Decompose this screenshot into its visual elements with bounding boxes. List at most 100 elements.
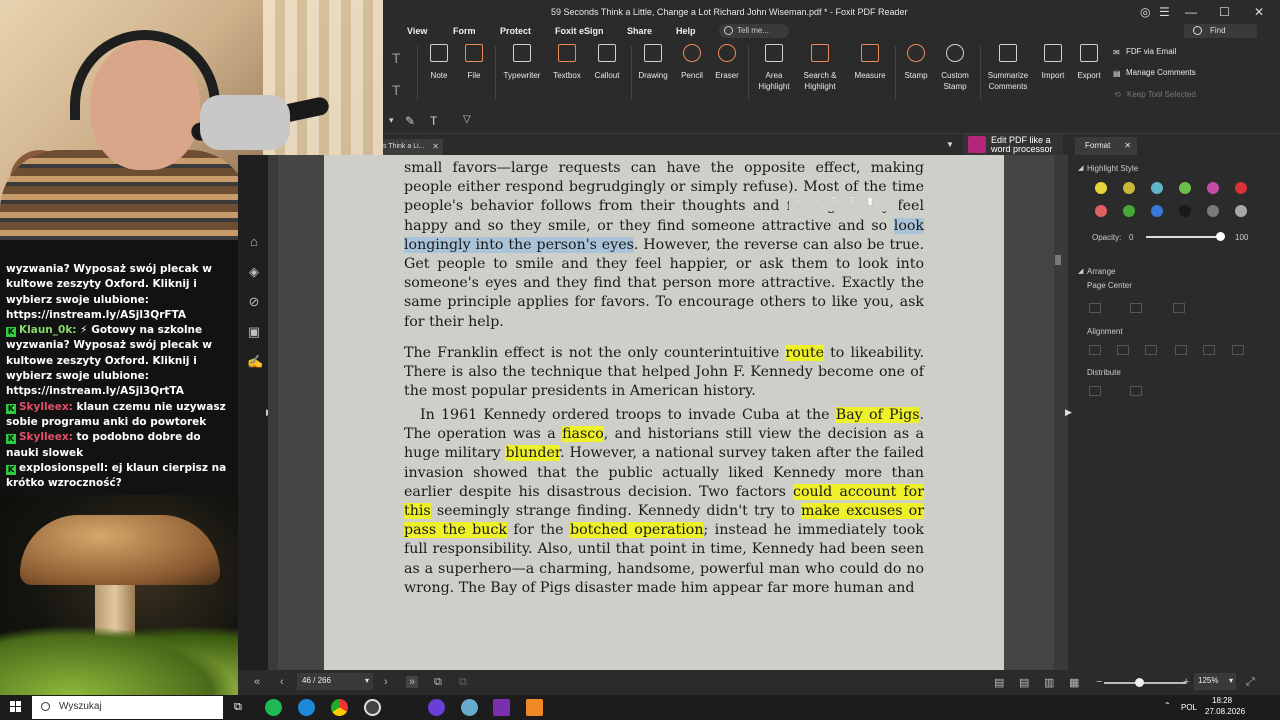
app-icon[interactable] [461, 699, 478, 716]
close-icon[interactable]: ✕ [1254, 5, 1264, 19]
color-swatch[interactable] [1095, 205, 1107, 217]
tray-chevron-icon[interactable]: ⌃ [1164, 701, 1171, 710]
text-tool-2-icon[interactable]: T [392, 82, 401, 98]
prev-page-icon[interactable]: ‹ [280, 676, 284, 688]
clock-time[interactable]: 18:28 [1212, 696, 1232, 705]
task-view-icon[interactable]: ⧉ [234, 701, 242, 714]
more-chevron-icon[interactable]: ▽ [463, 114, 471, 125]
align-center-icon[interactable] [1117, 345, 1129, 355]
view-facing-icon[interactable]: ▥ [1044, 676, 1054, 689]
windows-start-icon[interactable] [10, 701, 22, 713]
color-swatch[interactable] [1235, 182, 1247, 194]
align-right-icon[interactable] [1145, 345, 1157, 355]
settings-icon[interactable]: ☰ [1159, 5, 1170, 19]
custom-stamp-button[interactable]: Custom Stamp [937, 44, 973, 92]
search-highlight-button[interactable]: Search & Highlight [800, 44, 840, 92]
account-icon[interactable]: ◎ [1140, 5, 1150, 19]
summarize-comments-button[interactable]: Summarize Comments [986, 44, 1030, 92]
zoom-field[interactable]: 125% ▾ [1194, 673, 1236, 690]
text-tool-icon[interactable]: T [392, 50, 401, 66]
center-vertical-icon[interactable] [1130, 303, 1142, 313]
collapse-right-panel-icon[interactable]: ▶ [1065, 407, 1072, 418]
tab-close-icon[interactable]: ✕ [432, 142, 439, 151]
center-both-icon[interactable] [1173, 303, 1185, 313]
note-button[interactable]: Note [427, 44, 451, 81]
menu-form[interactable]: Form [453, 26, 476, 36]
dropdown-icon[interactable]: ▾ [389, 115, 394, 126]
color-swatch[interactable] [1095, 182, 1107, 194]
textbox-button[interactable]: Textbox [552, 44, 582, 81]
color-swatch[interactable] [1123, 205, 1135, 217]
keep-tool-selected-button[interactable]: Keep Tool Selected [1127, 90, 1196, 99]
color-swatch[interactable] [1151, 205, 1163, 217]
drawing-button[interactable]: Drawing [636, 44, 670, 81]
export-button[interactable]: Export [1076, 44, 1102, 81]
extract-page-icon[interactable]: ⧉ [459, 676, 467, 689]
find-box[interactable]: Find [1184, 24, 1257, 38]
menu-protect[interactable]: Protect [500, 26, 531, 36]
tabs-dropdown-icon[interactable]: ▼ [946, 140, 954, 149]
tell-me-box[interactable]: Tell me... [719, 24, 789, 38]
import-button[interactable]: Import [1040, 44, 1066, 81]
area-highlight-button[interactable]: Area Highlight [754, 44, 794, 92]
callout-button[interactable]: Callout [592, 44, 622, 81]
first-page-icon[interactable]: « [254, 676, 260, 688]
app-icon[interactable] [364, 699, 381, 716]
vertical-scrollbar[interactable] [1054, 155, 1062, 670]
bookmark-add-icon[interactable]: ▮ [861, 193, 879, 211]
align-left-icon[interactable] [1089, 345, 1101, 355]
stamp-button[interactable]: Stamp [901, 44, 931, 81]
spotify-icon[interactable] [265, 699, 282, 716]
color-swatch[interactable] [1179, 205, 1191, 217]
view-thumbnails-icon[interactable]: ▦ [1069, 676, 1079, 689]
measure-button[interactable]: Measure [852, 44, 888, 81]
lock-icon[interactable]: ▣ [247, 325, 261, 339]
distribute-vertical-icon[interactable] [1130, 386, 1142, 396]
color-swatch[interactable] [1123, 182, 1135, 194]
tab-document[interactable]: s Think a Li... ✕ [383, 139, 443, 155]
zoom-slider-handle[interactable] [1135, 678, 1144, 687]
twitch-icon[interactable] [428, 699, 445, 716]
collapse-arrow-icon[interactable]: ◢ [1078, 267, 1083, 275]
edit-pdf-promo[interactable]: Edit PDF like a word processor [963, 134, 1063, 155]
layers-icon[interactable]: ◈ [247, 265, 261, 279]
menu-foxit-esign[interactable]: Foxit eSign [555, 26, 604, 36]
bookmark-icon[interactable]: ⌂ [247, 235, 261, 249]
collapse-arrow-icon[interactable]: ◢ [1078, 164, 1083, 172]
color-swatch[interactable] [1179, 182, 1191, 194]
align-top-icon[interactable] [1175, 345, 1187, 355]
single-page-view-icon[interactable]: ⧉ [434, 676, 442, 689]
center-horizontal-icon[interactable] [1089, 303, 1101, 313]
zoom-in-icon[interactable]: + [1183, 676, 1189, 688]
highlight-pen-icon[interactable]: ✎ [807, 193, 825, 211]
color-swatch[interactable] [1235, 205, 1247, 217]
fdf-via-email-button[interactable]: FDF via Email [1126, 47, 1176, 56]
chrome-icon[interactable] [331, 699, 348, 716]
file-button[interactable]: File [463, 44, 485, 81]
zoom-slider-track[interactable] [1104, 682, 1186, 684]
foxit-icon[interactable] [526, 699, 543, 716]
copy-icon[interactable]: ⎘ [789, 193, 807, 211]
close-panel-icon[interactable]: ✕ [1124, 141, 1131, 150]
next-page-icon[interactable]: › [384, 676, 388, 688]
opacity-slider-track[interactable] [1146, 236, 1221, 238]
menu-help[interactable]: Help [676, 26, 696, 36]
align-middle-icon[interactable] [1203, 345, 1215, 355]
text-format-icon[interactable]: T [430, 114, 437, 128]
align-bottom-icon[interactable] [1232, 345, 1244, 355]
last-page-icon[interactable]: » [406, 676, 419, 688]
underline-icon[interactable]: T [843, 193, 861, 211]
edge-icon[interactable] [298, 699, 315, 716]
onenote-icon[interactable] [493, 699, 510, 716]
attachment-icon[interactable]: ⊘ [247, 295, 261, 309]
strikeout-icon[interactable]: T [825, 193, 843, 211]
zoom-out-icon[interactable]: − [1096, 676, 1102, 688]
fullscreen-icon[interactable]: ⤢ [1246, 676, 1255, 689]
language-indicator[interactable]: POL [1181, 703, 1197, 712]
pdf-page[interactable]: small favors—large requests can have the… [324, 155, 1004, 670]
minimize-icon[interactable]: — [1185, 5, 1197, 19]
pencil-button[interactable]: Pencil [679, 44, 705, 81]
view-continuous-icon[interactable]: ▤ [1019, 676, 1029, 689]
menu-view[interactable]: View [407, 26, 427, 36]
distribute-horizontal-icon[interactable] [1089, 386, 1101, 396]
